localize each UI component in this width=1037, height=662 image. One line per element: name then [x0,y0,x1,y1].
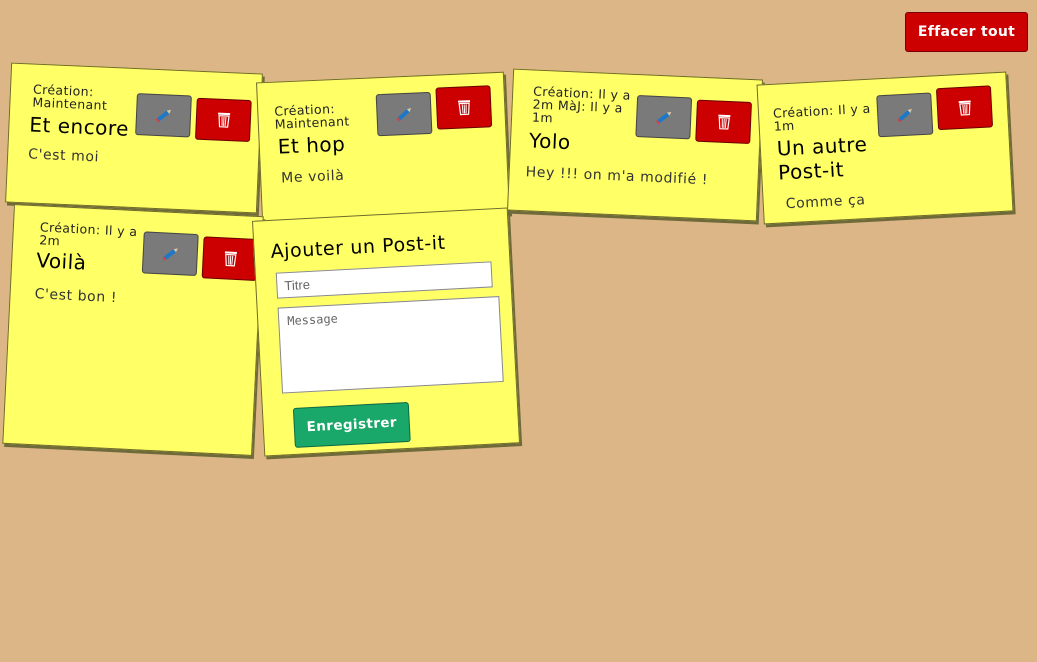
title-input[interactable] [275,261,493,299]
edit-button[interactable] [375,91,433,137]
note-meta: Création: Maintenant [273,101,350,132]
postit-note: Création: Maintenant Et hop Me voilà [256,71,510,225]
edit-button[interactable] [635,95,693,140]
postit-note: Création: Il y a 2m Voilà C'est bon ! [2,204,264,456]
save-button[interactable]: Enregistrer [292,401,411,448]
delete-button[interactable] [194,97,252,143]
note-title: Un autre Post-it [776,131,868,185]
note-title: Et hop [277,131,346,159]
delete-button[interactable] [201,236,259,281]
note-text: C'est bon ! [34,286,118,307]
note-title: Yolo [528,128,572,155]
pencil-icon [155,109,171,123]
edit-button[interactable] [876,92,934,138]
delete-button[interactable] [695,99,752,145]
note-meta: Création: Il y a 2m MàJ: Il y a 1m [531,83,632,126]
delete-button[interactable] [435,85,493,130]
postit-note: Création: Il y a 1m Un autre Post-it Com… [756,71,1014,225]
clear-all-button[interactable]: Effacer tout [905,12,1028,52]
note-title: Et encore [28,112,130,141]
postit-note: Création: Il y a 2m MàJ: Il y a 1m Yolo … [507,68,763,222]
trash-icon [958,100,971,116]
edit-button[interactable] [141,231,199,277]
trash-icon [224,251,237,267]
note-text: Hey !!! on m'a modifié ! [525,164,709,189]
note-text: Comme ça [785,192,866,213]
add-postit-form: Ajouter un Post-it Enregistrer [251,207,521,457]
note-meta: Création: Il y a 2m [38,219,138,249]
form-heading: Ajouter un Post-it [270,231,447,263]
trash-icon [457,100,470,116]
trash-icon [717,114,730,130]
pencil-icon [655,111,671,125]
delete-button[interactable] [935,85,994,131]
note-meta: Création: Maintenant [32,81,108,113]
pencil-icon [396,107,411,122]
pencil-icon [161,248,178,261]
edit-button[interactable] [135,93,192,138]
note-text: C'est moi [27,146,100,166]
pencil-icon [896,108,912,123]
postit-note: Création: Maintenant Et encore C'est moi [5,62,263,214]
message-textarea[interactable] [277,296,504,394]
note-text: Me voilà [280,167,345,187]
trash-icon [217,112,230,128]
note-title: Voilà [35,248,88,275]
note-meta: Création: Il y a 1m [772,100,871,134]
